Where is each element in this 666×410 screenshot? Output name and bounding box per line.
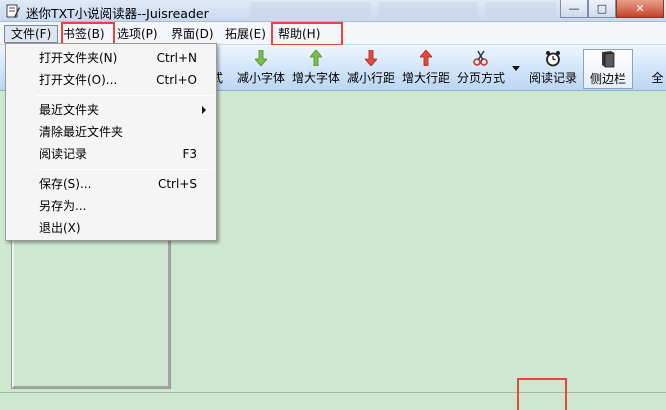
blurred-background-strip <box>378 2 478 18</box>
menu-item-exit[interactable]: 退出(X) <box>6 218 216 238</box>
increase-line-spacing-button[interactable]: 增大行距 <box>399 49 453 89</box>
toolbar-label: 减小字体 <box>236 71 285 85</box>
maximize-icon: □ <box>596 2 608 15</box>
blank-icon <box>647 49 663 67</box>
toolbar-label: 增大行距 <box>401 71 450 85</box>
menu-item-recent-folders[interactable]: 最近文件夹 <box>6 100 216 120</box>
menu-interface[interactable]: 界面(D) <box>165 25 220 43</box>
menu-separator <box>36 169 214 170</box>
reading-history-button[interactable]: 阅读记录 <box>526 49 580 89</box>
pagination-dropdown-arrow-icon[interactable] <box>512 66 520 71</box>
file-menu-dropdown: 打开文件夹(N) Ctrl+N 打开文件(O)... Ctrl+O 最近文件夹 … <box>5 43 217 241</box>
menu-item-reading-history[interactable]: 阅读记录 F3 <box>6 144 216 164</box>
menu-item-open-file[interactable]: 打开文件(O)... Ctrl+O <box>6 70 216 90</box>
sidebar-toggle-button[interactable]: 侧边栏 <box>583 49 633 89</box>
decrease-font-button[interactable]: 减小字体 <box>234 49 288 89</box>
arrow-up-red-icon <box>418 49 434 67</box>
toolbar-label: 侧边栏 <box>589 72 626 86</box>
close-button[interactable]: ✕ <box>616 0 664 18</box>
title-bar[interactable]: 迷你TXT小说阅读器--Juisreader — □ ✕ <box>0 0 666 22</box>
app-icon <box>6 4 20 18</box>
toolbar-label: 全 <box>651 71 664 85</box>
alarm-clock-icon <box>545 49 561 67</box>
menu-help[interactable]: 帮助(H) <box>272 25 326 43</box>
minimize-icon: — <box>568 2 580 15</box>
window-title: 迷你TXT小说阅读器--Juisreader <box>26 6 209 21</box>
decrease-line-spacing-button[interactable]: 减小行距 <box>344 49 398 89</box>
arrow-up-green-icon <box>308 49 324 67</box>
status-bar-highlight <box>517 378 567 410</box>
toolbar-label: 增大字体 <box>291 71 340 85</box>
blurred-background-strip <box>250 2 370 18</box>
menu-item-open-folder[interactable]: 打开文件夹(N) Ctrl+N <box>6 48 216 68</box>
pagination-mode-button[interactable]: 分页方式 <box>454 49 508 89</box>
fullscreen-button[interactable]: 全 <box>643 49 666 89</box>
arrow-down-red-icon <box>363 49 379 67</box>
submenu-arrow-icon <box>202 106 206 114</box>
scissors-icon <box>473 49 489 67</box>
increase-font-button[interactable]: 增大字体 <box>289 49 343 89</box>
maximize-button[interactable]: □ <box>588 0 616 18</box>
menu-item-save-as[interactable]: 另存为... <box>6 196 216 216</box>
menu-separator <box>36 95 214 96</box>
menu-item-clear-recent-folders[interactable]: 清除最近文件夹 <box>6 122 216 142</box>
book-icon <box>600 50 616 68</box>
menu-file[interactable]: 文件(F) <box>4 25 59 43</box>
menu-item-save[interactable]: 保存(S)... Ctrl+S <box>6 174 216 194</box>
close-icon: ✕ <box>635 2 645 15</box>
menu-bookmarks[interactable]: 书签(B) <box>57 25 111 43</box>
menu-bar: 文件(F) 书签(B) 选项(P) 界面(D) 拓展(E) 帮助(H) <box>0 22 666 45</box>
menu-options[interactable]: 选项(P) <box>111 25 164 43</box>
menu-extensions[interactable]: 拓展(E) <box>219 25 272 43</box>
arrow-down-green-icon <box>253 49 269 67</box>
toolbar-label: 阅读记录 <box>528 71 577 85</box>
toolbar-label: 减小行距 <box>346 71 395 85</box>
blurred-background-strip <box>486 2 556 18</box>
toolbar-label: 分页方式 <box>456 71 505 85</box>
minimize-button[interactable]: — <box>560 0 588 18</box>
